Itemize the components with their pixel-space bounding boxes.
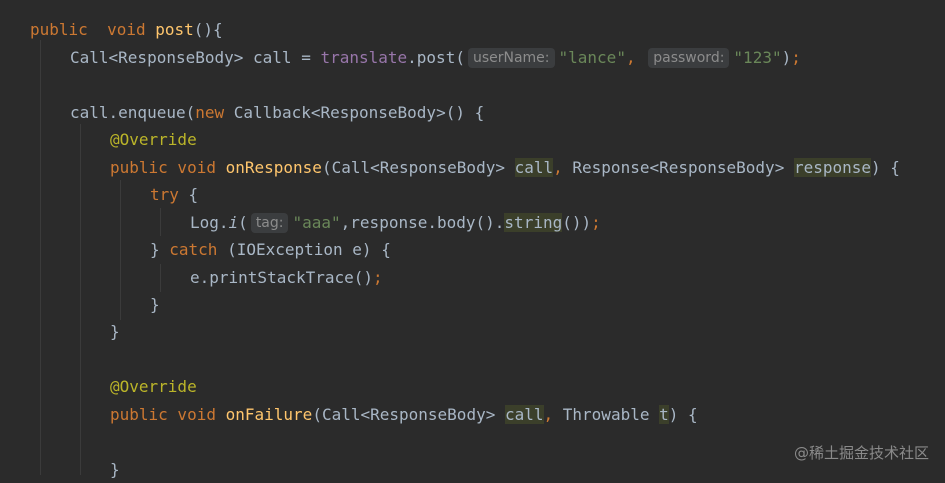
code-line[interactable]: @Override (110, 126, 197, 153)
indent-guide (40, 40, 41, 475)
code-keyword: try (150, 185, 179, 204)
annotation: @Override (110, 377, 197, 396)
code-line[interactable]: } (110, 456, 120, 483)
code-text: Response<ResponseBody> (562, 158, 794, 177)
code-line[interactable]: @Override (110, 373, 197, 400)
code-punct: , (543, 405, 554, 424)
code-punct: ; (791, 48, 801, 67)
code-line[interactable]: Log.i(tag: "aaa",response.body().string()… (190, 209, 601, 236)
parameter-hint: tag: (250, 213, 289, 233)
code-text: ( (238, 213, 248, 232)
code-punct: , (625, 48, 636, 67)
code-text: (){ (193, 20, 223, 39)
code-line[interactable]: public void onResponse(Call<ResponseBody… (110, 154, 900, 181)
code-keyword: public void (110, 158, 216, 177)
code-text: Log. (190, 213, 229, 232)
highlighted-parameter: call (514, 158, 554, 177)
code-text: Call<ResponseBody> call = (70, 48, 321, 67)
code-text: call.enqueue( (70, 103, 196, 122)
annotation: @Override (110, 130, 197, 149)
code-text: } (150, 295, 160, 314)
indent-guide (120, 180, 121, 320)
code-text: } (110, 322, 120, 341)
code-text: ) { (871, 158, 900, 177)
code-keyword: public (30, 20, 88, 39)
string-literal: "123" (733, 48, 782, 67)
code-text: { (178, 185, 199, 204)
code-line[interactable]: } (150, 291, 160, 318)
code-keyword: public void (110, 405, 216, 424)
parameter-hint: password: (648, 48, 730, 68)
field-reference: translate (320, 48, 408, 67)
code-keyword: catch (169, 240, 218, 259)
highlighted-parameter: call (504, 405, 544, 424)
static-method: i (228, 213, 239, 232)
code-punct: , (553, 158, 563, 177)
string-literal: "lance" (558, 48, 626, 67)
method-name: post (155, 20, 194, 39)
indent-guide (80, 124, 81, 475)
code-text: (IOException e) { (217, 240, 391, 259)
watermark: @稀土掘金技术社区 (793, 444, 929, 462)
code-text: Callback<ResponseBody>() { (224, 103, 485, 122)
code-line[interactable]: } (110, 318, 120, 345)
code-line[interactable]: try { (150, 181, 198, 208)
indent-guide (160, 208, 161, 236)
highlighted-parameter: response (793, 158, 872, 177)
code-line[interactable]: e.printStackTrace(); (190, 264, 383, 291)
code-text: ()) (562, 213, 592, 232)
code-line[interactable]: } catch (IOException e) { (150, 236, 391, 263)
code-punct: ; (373, 268, 383, 287)
method-name: onResponse (225, 158, 322, 177)
code-text: (Call<ResponseBody> (312, 405, 505, 424)
indent-guide (160, 264, 161, 292)
parameter-hint: userName: (467, 48, 555, 68)
code-line[interactable]: Call<ResponseBody> call = translate.post… (70, 44, 801, 71)
code-text: Throwable (553, 405, 660, 424)
code-text: ) { (668, 405, 698, 424)
code-text: } (150, 240, 170, 259)
highlighted-parameter: t (659, 405, 669, 424)
code-line[interactable]: public void post(){ (30, 16, 223, 43)
code-text: } (110, 460, 120, 479)
code-keyword: void (107, 20, 146, 39)
code-text: e.printStackTrace() (190, 268, 374, 287)
code-editor[interactable]: public void post(){ Call<ResponseBody> c… (0, 0, 945, 479)
code-text: (Call<ResponseBody> (321, 158, 515, 177)
code-line[interactable]: public void onFailure(Call<ResponseBody>… (110, 401, 698, 428)
code-text: ) (781, 48, 792, 67)
code-line[interactable]: call.enqueue(new Callback<ResponseBody>(… (70, 99, 484, 126)
code-keyword: new (195, 103, 225, 122)
method-name: onFailure (225, 405, 313, 424)
string-literal: "aaa" (292, 213, 341, 232)
code-text: .post( (407, 48, 465, 67)
highlighted-method: string (504, 213, 563, 232)
code-punct: ; (591, 213, 601, 232)
code-text: ,response.body(). (340, 213, 505, 232)
